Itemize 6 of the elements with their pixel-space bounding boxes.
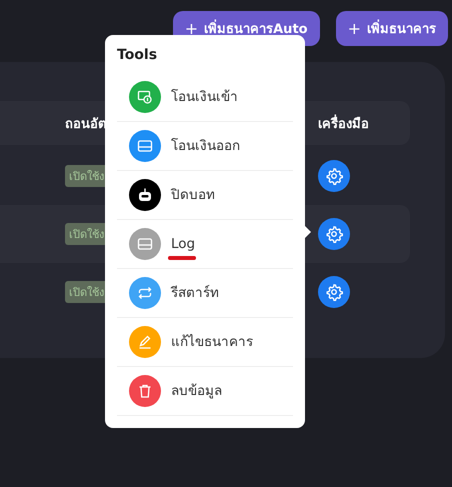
status-badge: เปิดใช้ง	[65, 223, 108, 245]
column-header: เครื่องมือ	[318, 116, 369, 132]
column-header: ถอนอัต	[65, 116, 106, 132]
status-badge: เปิดใช้ง	[65, 281, 108, 303]
status-badge: เปิดใช้ง	[65, 165, 108, 187]
menu-title: Tools	[117, 47, 158, 63]
